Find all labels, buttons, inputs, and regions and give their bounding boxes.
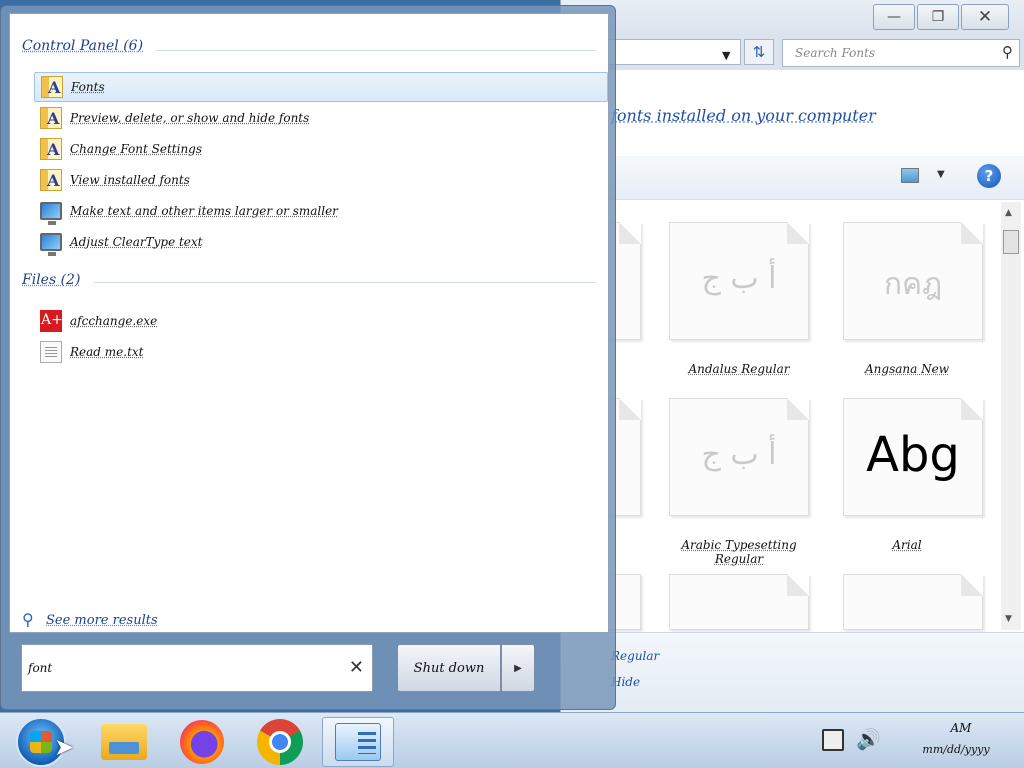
- group-divider: [94, 282, 596, 283]
- result-label: afcchange.exe: [70, 314, 157, 328]
- shutdown-button[interactable]: Shut down: [397, 644, 501, 692]
- result-change-font-settings[interactable]: Change Font Settings: [34, 134, 608, 164]
- result-label: View installed fonts: [70, 173, 190, 187]
- clear-search-icon[interactable]: ✕: [349, 657, 364, 678]
- group-divider: [156, 50, 596, 51]
- volume-icon[interactable]: 🔊: [856, 727, 881, 751]
- font-tile-andalus[interactable]: أ ب ج: [669, 222, 809, 340]
- font-name[interactable]: Angsana New: [827, 362, 987, 376]
- control-panel-icon: [335, 723, 381, 761]
- result-label: Adjust ClearType text: [70, 235, 203, 249]
- app-icon: [40, 310, 62, 332]
- font-folder-icon: [40, 138, 62, 160]
- result-label: Make text and other items larger or smal…: [70, 204, 338, 218]
- display-icon: [40, 233, 62, 251]
- refresh-button[interactable]: ⇅: [744, 39, 774, 65]
- minimize-button[interactable]: —: [873, 4, 915, 30]
- help-icon[interactable]: ?: [977, 164, 1001, 188]
- result-label: Fonts: [71, 80, 105, 94]
- font-name[interactable]: Andalus Regular: [659, 362, 819, 376]
- search-results-pane: Control Panel (6) Fonts Preview, delete,…: [9, 13, 609, 633]
- magnifier-icon: ⚲: [22, 610, 42, 630]
- font-name[interactable]: Arial: [827, 538, 987, 552]
- result-adjust-cleartype[interactable]: Adjust ClearType text: [34, 227, 608, 257]
- font-sample: أ ب ج: [670, 437, 808, 472]
- detail-font-style: Regular: [611, 649, 659, 663]
- font-name[interactable]: Arabic Typesetting Regular: [659, 538, 819, 566]
- scroll-thumb[interactable]: [1003, 230, 1019, 254]
- chrome-icon: [257, 719, 303, 765]
- chevron-down-icon[interactable]: ▼: [722, 49, 730, 62]
- result-label: Read me.txt: [70, 345, 144, 359]
- search-placeholder: Search Fonts: [795, 46, 875, 60]
- taskbar-explorer[interactable]: [88, 717, 160, 767]
- taskbar: ➤ 🔊 AM mm/dd/yyyy: [0, 712, 1024, 768]
- refresh-icon: ⇅: [753, 43, 766, 61]
- change-view-icon[interactable]: [901, 168, 919, 183]
- font-sample: Abg: [844, 427, 982, 483]
- close-window-button[interactable]: ✕: [961, 4, 1009, 30]
- folder-icon: [101, 724, 147, 760]
- result-make-text-larger[interactable]: Make text and other items larger or smal…: [34, 196, 608, 226]
- search-fonts-input[interactable]: Search Fonts ⚲: [782, 39, 1020, 67]
- taskbar-firefox[interactable]: [166, 717, 238, 767]
- windows-logo-icon: [30, 731, 52, 753]
- restore-button[interactable]: ❐: [917, 4, 959, 30]
- fonts-header: fonts installed on your computer: [611, 106, 876, 125]
- font-tile-angsana[interactable]: กคฎ: [843, 222, 983, 340]
- font-tile-arial[interactable]: Abg: [843, 398, 983, 516]
- details-pane: Regular Hide: [561, 632, 1024, 714]
- firefox-icon: [180, 720, 224, 764]
- start-menu: Control Panel (6) Fonts Preview, delete,…: [0, 5, 616, 710]
- clock-date[interactable]: mm/dd/yyyy: [896, 743, 1016, 756]
- result-label: Change Font Settings: [70, 142, 202, 156]
- clock-time[interactable]: AM: [906, 721, 1016, 735]
- window-titlebar: — ❐ ✕: [561, 0, 1024, 36]
- see-more-results-link[interactable]: ⚲ See more results: [22, 610, 158, 630]
- fonts-window: — ❐ ✕ ▼ ⇅ Search Fonts ⚲ fonts installed…: [560, 0, 1024, 714]
- result-read-me-txt[interactable]: Read me.txt: [34, 337, 608, 367]
- see-more-label: See more results: [46, 613, 158, 628]
- display-icon: [40, 202, 62, 220]
- font-tile-next[interactable]: [843, 574, 983, 630]
- font-sample: أ ب ج: [670, 261, 808, 296]
- result-afcchange-exe[interactable]: afcchange.exe: [34, 306, 608, 336]
- chevron-right-icon: ▶: [514, 663, 522, 674]
- result-view-installed-fonts[interactable]: View installed fonts: [34, 165, 608, 195]
- vertical-scrollbar[interactable]: ▲ ▼: [1001, 202, 1021, 630]
- search-query: font: [28, 661, 52, 675]
- scroll-up-icon[interactable]: ▲: [1005, 208, 1012, 218]
- font-tile-arabic-typesetting[interactable]: أ ب ج: [669, 398, 809, 516]
- fonts-toolbar: [561, 156, 1024, 200]
- group-header-files[interactable]: Files (2): [22, 272, 80, 288]
- font-tile-next[interactable]: [669, 574, 809, 630]
- result-fonts[interactable]: Fonts: [34, 72, 608, 102]
- taskbar-control-panel[interactable]: [322, 717, 394, 767]
- view-dropdown-icon[interactable]: ▼: [937, 169, 945, 180]
- start-search-input[interactable]: font ✕: [21, 644, 373, 692]
- result-preview-delete-fonts[interactable]: Preview, delete, or show and hide fonts: [34, 103, 608, 133]
- font-folder-icon: [40, 169, 62, 191]
- scroll-down-icon[interactable]: ▼: [1005, 614, 1012, 624]
- text-file-icon: [40, 341, 62, 363]
- taskbar-chrome[interactable]: [244, 717, 316, 767]
- address-row: ▼ ⇅ Search Fonts ⚲: [561, 36, 1024, 70]
- shutdown-label: Shut down: [414, 661, 485, 676]
- font-folder-icon: [40, 107, 62, 129]
- result-label: Preview, delete, or show and hide fonts: [70, 111, 309, 125]
- search-icon[interactable]: ⚲: [1002, 43, 1013, 61]
- mouse-cursor-icon: ➤: [54, 733, 74, 761]
- font-folder-icon: [41, 76, 63, 98]
- shutdown-options-button[interactable]: ▶: [501, 644, 535, 692]
- font-sample: กคฎ: [844, 261, 982, 308]
- network-icon[interactable]: [822, 729, 844, 751]
- group-header-control-panel[interactable]: Control Panel (6): [22, 38, 143, 54]
